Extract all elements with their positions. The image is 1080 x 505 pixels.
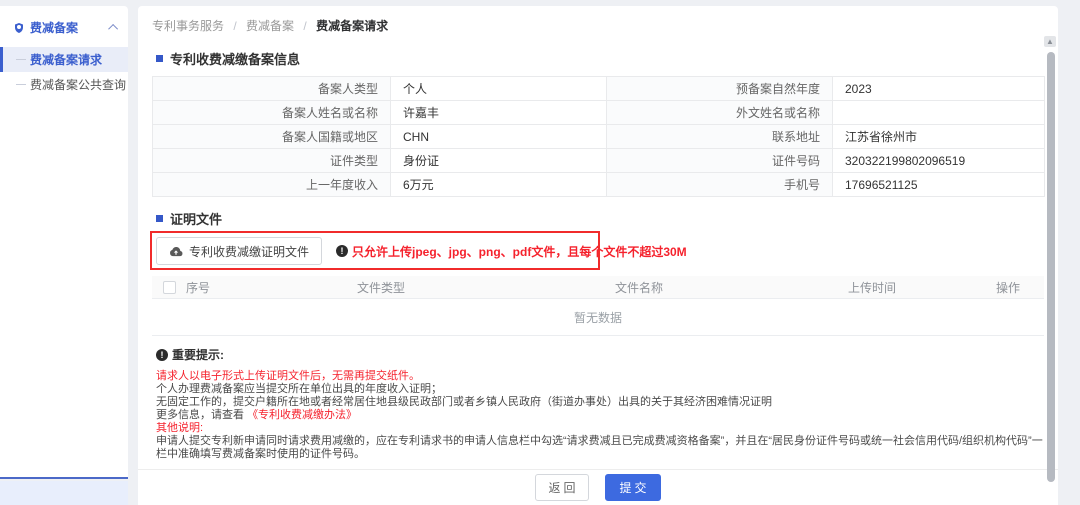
field-value: 个人 — [391, 77, 607, 101]
field-value: 许嘉丰 — [391, 101, 607, 125]
column-header-file-type: 文件类型 — [256, 279, 506, 296]
field-label: 证件类型 — [153, 149, 391, 173]
field-label: 备案人姓名或名称 — [153, 101, 391, 125]
breadcrumb-separator: / — [303, 19, 306, 33]
important-notes-title: ! 重要提示: — [156, 346, 1044, 363]
sidebar-footer — [0, 481, 128, 505]
note-line-other: 其他说明: — [156, 422, 1044, 435]
content-area: 专利收费减缴备案信息 备案人类型 个人 预备案自然年度 2023 备案人姓名或名… — [138, 49, 1058, 505]
certificate-files-table: 序号 文件类型 文件名称 上传时间 操作 暂无数据 — [152, 276, 1044, 336]
table-row: 备案人国籍或地区 CHN 联系地址 江苏省徐州市 — [153, 125, 1045, 149]
scroll-up-icon[interactable]: ▲ — [1044, 36, 1056, 47]
upload-button-label: 专利收费减缴证明文件 — [189, 243, 309, 260]
field-value: 6万元 — [391, 173, 607, 197]
sidebar-group-fee-reduction[interactable]: 费减备案 — [0, 6, 128, 47]
upload-hint: ! 只允许上传jpeg、jpg、png、pdf文件，且每个文件不超过30M — [336, 243, 687, 260]
field-label: 备案人国籍或地区 — [153, 125, 391, 149]
square-bullet-icon — [156, 55, 163, 62]
field-label: 证件号码 — [607, 149, 833, 173]
table-row: 上一年度收入 6万元 手机号 17696521125 — [153, 173, 1045, 197]
field-label: 手机号 — [607, 173, 833, 197]
field-label: 外文姓名或名称 — [607, 101, 833, 125]
tree-connector — [16, 59, 26, 60]
upload-hint-text: 只允许上传jpeg、jpg、png、pdf文件，且每个文件不超过30M — [352, 243, 687, 260]
field-value — [833, 101, 1045, 125]
field-label: 备案人类型 — [153, 77, 391, 101]
back-button[interactable]: 返回 — [535, 474, 589, 501]
chevron-up-icon — [108, 24, 118, 34]
table-row: 证件类型 身份证 证件号码 320322199802096519 — [153, 149, 1045, 173]
exclamation-circle-icon: ! — [336, 245, 348, 257]
scrollbar: ▲ — [1046, 36, 1056, 505]
submit-button[interactable]: 提交 — [605, 474, 661, 501]
sidebar-item-fee-reduction-request[interactable]: 费减备案请求 — [0, 47, 128, 72]
field-value: 17696521125 — [833, 173, 1045, 197]
sidebar-item-label: 费减备案请求 — [30, 51, 102, 68]
breadcrumb-separator: / — [233, 19, 236, 33]
files-table-header: 序号 文件类型 文件名称 上传时间 操作 — [152, 276, 1044, 299]
upload-cloud-icon — [169, 246, 183, 257]
exclamation-circle-icon: ! — [156, 349, 168, 361]
upload-certificate-button[interactable]: 专利收费减缴证明文件 — [156, 237, 322, 265]
column-header-action: 操作 — [972, 279, 1044, 296]
badge-icon — [13, 22, 25, 34]
breadcrumb-item-fee-reduction[interactable]: 费减备案 — [246, 19, 294, 33]
empty-state: 暂无数据 — [152, 299, 1044, 336]
column-header-upload-time: 上传时间 — [772, 279, 972, 296]
sidebar-group-label: 费减备案 — [30, 19, 78, 36]
note-line-electronic: 请求人以电子形式上传证明文件后，无需再提交纸件。 — [156, 370, 1044, 383]
sidebar: 费减备案 费减备案请求 费减备案公共查询 — [0, 6, 128, 479]
field-value: 身份证 — [391, 149, 607, 173]
section-title-text: 专利收费减缴备案信息 — [170, 49, 300, 68]
main-panel: 专利事务服务 / 费减备案 / 费减备案请求 专利收费减缴备案信息 备案人类型 … — [138, 6, 1058, 505]
section-title-filing-info: 专利收费减缴备案信息 — [156, 49, 1044, 68]
field-label: 联系地址 — [607, 125, 833, 149]
square-bullet-icon — [156, 215, 163, 222]
field-label: 上一年度收入 — [153, 173, 391, 197]
footer-bar: 返回 提交 — [138, 469, 1058, 505]
column-header-index: 序号 — [186, 279, 256, 296]
scrollbar-thumb[interactable] — [1047, 52, 1055, 482]
field-value: 320322199802096519 — [833, 149, 1045, 173]
breadcrumb-item-patent-services[interactable]: 专利事务服务 — [152, 19, 224, 33]
note-line-new-application: 申请人提交专利新申请同时请求费用减缴的，应在专利请求书的申请人信息栏中勾选“请求… — [156, 435, 1044, 461]
section-title-certificates: 证明文件 — [156, 209, 1044, 228]
select-all-checkbox[interactable] — [163, 281, 176, 294]
note-title-text: 重要提示: — [172, 346, 224, 363]
breadcrumb-current: 费减备案请求 — [316, 19, 388, 33]
field-value: 2023 — [833, 77, 1045, 101]
sidebar-item-public-query[interactable]: 费减备案公共查询 — [0, 72, 128, 97]
breadcrumb: 专利事务服务 / 费减备案 / 费减备案请求 — [138, 6, 1058, 43]
table-row: 备案人类型 个人 预备案自然年度 2023 — [153, 77, 1045, 101]
field-label: 预备案自然年度 — [607, 77, 833, 101]
important-notes-block: ! 重要提示: 请求人以电子形式上传证明文件后，无需再提交纸件。 个人办理费减备… — [156, 346, 1044, 461]
fee-reduction-measures-link[interactable]: 《专利收费减缴办法》 — [247, 409, 357, 421]
note-line-no-fixed-job: 无固定工作的，提交户籍所在地或者经常居住地县级民政部门或者乡镇人民政府（街道办事… — [156, 396, 1044, 409]
note-line-income-proof: 个人办理费减备案应当提交所在单位出具的年度收入证明； — [156, 383, 1044, 396]
field-value: 江苏省徐州市 — [833, 125, 1045, 149]
section-title-text: 证明文件 — [170, 209, 222, 228]
sidebar-item-label: 费减备案公共查询 — [30, 76, 126, 93]
note-line-more-info: 更多信息，请查看 《专利收费减缴办法》 — [156, 409, 1044, 422]
upload-row: 专利收费减缴证明文件 ! 只允许上传jpeg、jpg、png、pdf文件，且每个… — [156, 236, 1044, 266]
filing-info-table: 备案人类型 个人 预备案自然年度 2023 备案人姓名或名称 许嘉丰 外文姓名或… — [152, 76, 1045, 197]
table-row: 备案人姓名或名称 许嘉丰 外文姓名或名称 — [153, 101, 1045, 125]
column-header-file-name: 文件名称 — [506, 279, 772, 296]
tree-connector — [16, 84, 26, 85]
field-value: CHN — [391, 125, 607, 149]
more-info-prefix: 更多信息，请查看 — [156, 409, 247, 421]
